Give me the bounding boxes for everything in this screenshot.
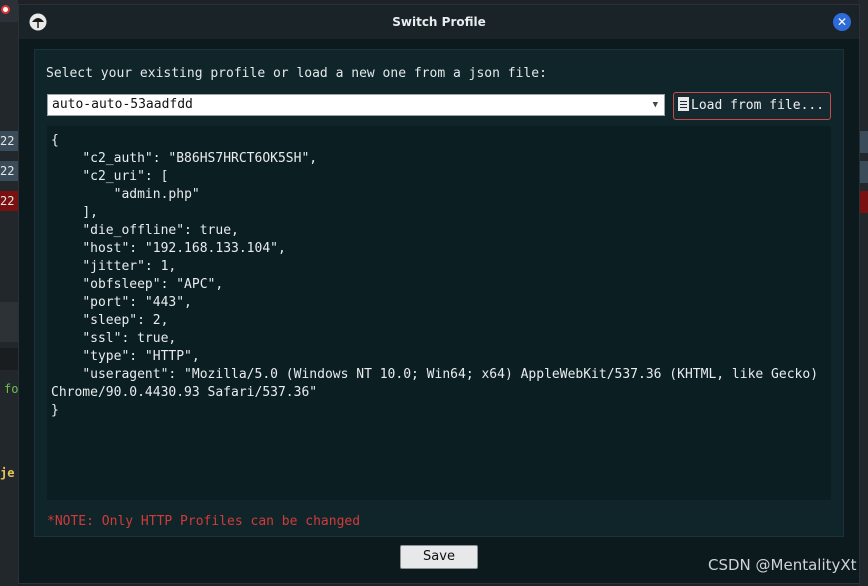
profile-json-editor[interactable]: { "c2_auth": "B86HS7HRCT6OK5SH", "c2_uri… (47, 126, 831, 500)
instruction-label: Select your existing profile or load a n… (46, 66, 547, 81)
background-left-strip (0, 0, 18, 586)
close-icon[interactable]: ✕ (833, 13, 851, 31)
background-panel (0, 302, 18, 342)
background-panel (0, 348, 18, 370)
document-icon (678, 97, 689, 111)
background-text: je (0, 466, 15, 480)
background-record-icon (1, 5, 10, 14)
background-row: 22 (0, 161, 18, 181)
profile-select-value: auto-auto-53aadfdd (52, 97, 193, 112)
load-from-file-button[interactable]: Load from file... (673, 92, 831, 120)
note-label: *NOTE: Only HTTP Profiles can be changed (47, 514, 361, 529)
chevron-down-icon[interactable]: ▼ (653, 95, 658, 115)
background-row-selected: 22 (0, 191, 18, 211)
background-top-tab (0, 0, 18, 22)
profile-panel: Select your existing profile or load a n… (34, 49, 844, 537)
profile-select[interactable]: auto-auto-53aadfdd ▼ (47, 94, 665, 116)
watermark: CSDN @MentalityXt (708, 556, 857, 574)
background-text: fo (4, 382, 19, 396)
dialog-title: Switch Profile (392, 15, 486, 29)
background-row: 22 (0, 131, 18, 151)
load-from-file-label: Load from file... (691, 98, 825, 113)
switch-profile-dialog: Switch Profile ✕ Select your existing pr… (18, 4, 860, 584)
dialog-titlebar: Switch Profile ✕ (19, 5, 859, 39)
save-button[interactable]: Save (400, 545, 478, 569)
